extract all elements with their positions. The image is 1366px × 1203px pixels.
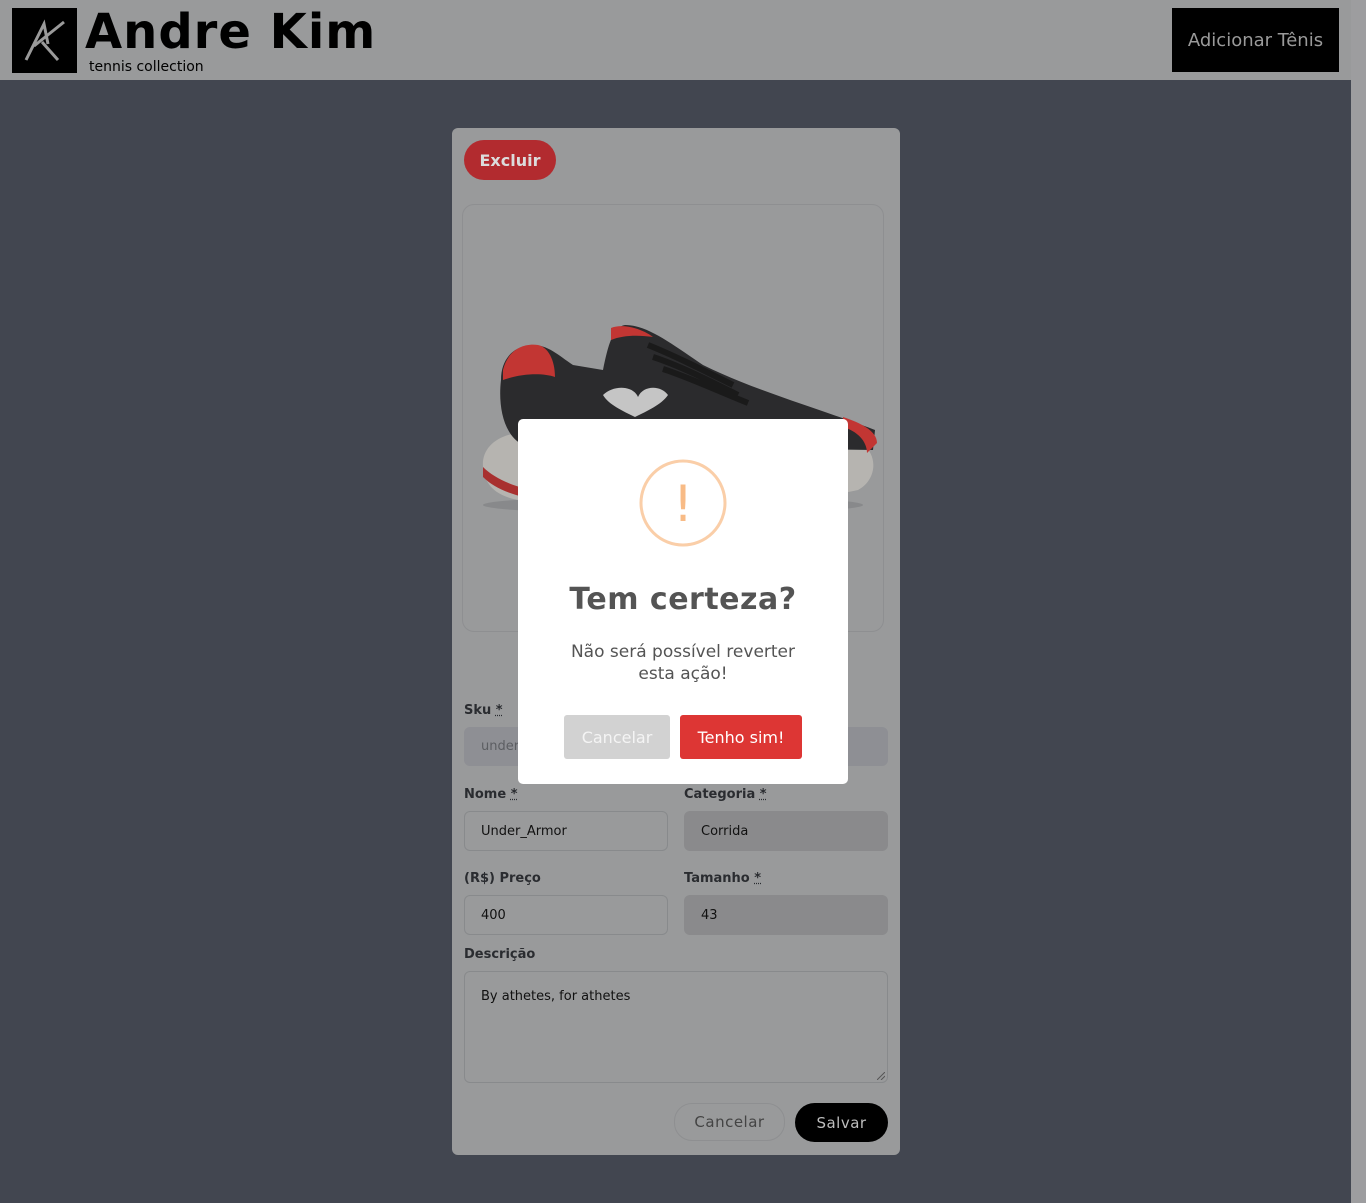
confirm-dialog: ! Tem certeza? Não será possível reverte… [518,419,848,784]
categoria-field[interactable]: Corrida [684,811,888,851]
tamanho-label: Tamanho * [684,871,762,886]
brand-subtitle: tennis collection [89,59,204,75]
add-sneaker-button[interactable]: Adicionar Tênis [1172,8,1339,72]
categoria-label: Categoria * [684,787,767,802]
preco-label: (R$) Preço [464,871,541,886]
descricao-field[interactable]: By athetes, for athetes [464,971,888,1083]
preco-field[interactable]: 400 [464,895,668,935]
warning-glyph: ! [673,475,693,533]
form-cancel-button[interactable]: Cancelar [674,1103,785,1141]
tamanho-field[interactable]: 43 [684,895,888,935]
nome-field[interactable]: Under_Armor [464,811,668,851]
descricao-label: Descrição [464,947,536,962]
dialog-cancel-button[interactable]: Cancelar [564,715,670,759]
brand-logo[interactable] [12,8,77,73]
logo-k-icon [24,19,65,61]
dialog-confirm-button[interactable]: Tenho sim! [680,715,802,759]
dialog-title: Tem certeza? [569,582,797,617]
app-header: Andre Kim tennis collection Adicionar Tê… [0,0,1351,80]
brand-name: Andre Kim [85,4,377,60]
sku-label: Sku * [464,703,503,718]
resize-handle-icon[interactable] [877,1072,885,1080]
warning-icon: ! [639,459,727,547]
dialog-message: Não será possível reverter esta ação! [570,642,796,684]
delete-button[interactable]: Excluir [464,140,556,180]
save-button[interactable]: Salvar [795,1103,888,1142]
page-scrollbar[interactable] [1351,0,1366,1203]
nome-label: Nome * [464,787,518,802]
descricao-text: By athetes, for athetes [481,989,631,1004]
